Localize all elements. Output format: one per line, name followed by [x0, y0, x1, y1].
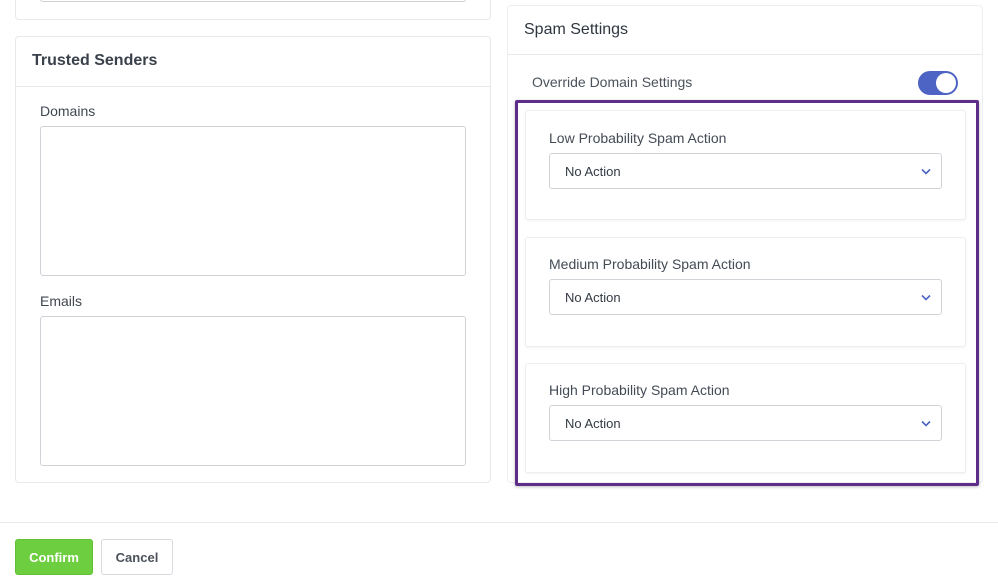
previous-field[interactable]	[40, 0, 466, 2]
spam-settings-title: Spam Settings	[508, 6, 982, 55]
low-spam-action-label: Low Probability Spam Action	[549, 130, 727, 146]
medium-spam-action-card: Medium Probability Spam Action No Action	[525, 237, 966, 347]
high-spam-action-value: No Action	[565, 416, 621, 431]
emails-textarea[interactable]	[40, 316, 466, 466]
chevron-down-icon	[921, 420, 931, 427]
high-spam-action-select[interactable]: No Action	[549, 405, 942, 441]
high-spam-action-label: High Probability Spam Action	[549, 382, 730, 398]
low-spam-action-card: Low Probability Spam Action No Action	[525, 110, 966, 220]
low-spam-action-select[interactable]: No Action	[549, 153, 942, 189]
emails-label: Emails	[40, 293, 83, 309]
footer-divider	[0, 522, 998, 523]
medium-spam-action-label: Medium Probability Spam Action	[549, 256, 751, 272]
trusted-senders-title: Trusted Senders	[16, 37, 490, 87]
medium-spam-action-select[interactable]: No Action	[549, 279, 942, 315]
chevron-down-icon	[921, 294, 931, 301]
override-domain-settings-toggle[interactable]	[918, 71, 958, 95]
cancel-button[interactable]: Cancel	[101, 539, 173, 575]
domains-textarea[interactable]	[40, 126, 466, 276]
chevron-down-icon	[921, 168, 931, 175]
override-domain-settings-label: Override Domain Settings	[532, 74, 693, 90]
low-spam-action-value: No Action	[565, 164, 621, 179]
high-spam-action-card: High Probability Spam Action No Action	[525, 363, 966, 473]
medium-spam-action-value: No Action	[565, 290, 621, 305]
previous-panel	[15, 0, 491, 20]
confirm-button[interactable]: Confirm	[15, 539, 93, 575]
trusted-senders-panel: Trusted Senders Domains Emails	[15, 36, 491, 483]
domains-label: Domains	[40, 103, 96, 119]
toggle-knob	[936, 73, 956, 93]
